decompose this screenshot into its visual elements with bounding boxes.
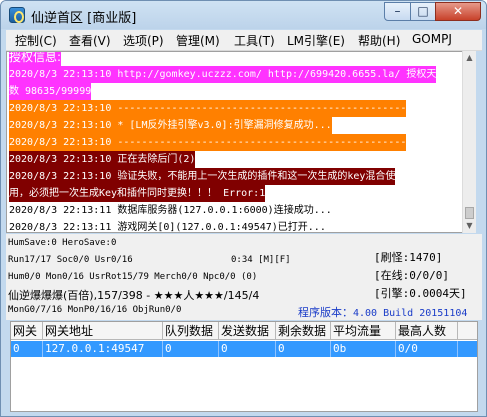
- menu-bar: 控制(C) 查看(V) 选项(P) 管理(M) 工具(T) LM引擎(E) 帮助…: [6, 30, 482, 51]
- column-header-filler: [458, 322, 477, 340]
- menu-control[interactable]: 控制(C): [15, 32, 57, 49]
- log-line: 授权信息:: [9, 51, 62, 66]
- log-line: 2020/8/3 22:13:10 * [LM反外挂引擎v3.0]:引擎漏洞修复…: [9, 117, 332, 134]
- log-scrollbar[interactable]: ▲ ▼: [462, 51, 476, 233]
- column-header[interactable]: 发送数据: [219, 322, 276, 340]
- column-header[interactable]: 最高人数: [396, 322, 458, 340]
- table-cell: 0b: [331, 341, 396, 357]
- table-cell: 0: [163, 341, 219, 357]
- engine-counter: [引擎:0.0004天]: [374, 287, 467, 300]
- save-status: HumSave:0 HeroSave:0: [8, 238, 117, 248]
- menu-lm-engine[interactable]: LM引擎(E): [287, 32, 345, 49]
- monster-gen-status: MonG0/7/16 MonP0/16/16 ObjRun0/0: [8, 305, 182, 315]
- main-window: 仙逆首区 [商业版] – □ ✕ 控制(C) 查看(V) 选项(P) 管理(M)…: [0, 0, 487, 417]
- program-version: 程序版本：4.00 Build 20151104: [298, 304, 467, 320]
- close-button[interactable]: ✕: [435, 2, 481, 21]
- table-cell: 0/0: [396, 341, 458, 357]
- monster-status: Hum0/0 Mon0/16 UsrRot15/79 Merch0/0 Npc0…: [8, 272, 258, 282]
- column-header[interactable]: 队列数据: [163, 322, 219, 340]
- column-header[interactable]: 网关: [11, 322, 43, 340]
- log-line: 2020/8/3 22:13:10 ----------------------…: [9, 100, 407, 117]
- column-header[interactable]: 平均流量: [331, 322, 396, 340]
- maximize-button[interactable]: □: [410, 2, 436, 21]
- menu-help[interactable]: 帮助(H): [358, 32, 400, 49]
- runtime: 0:34 [M][F]: [231, 255, 291, 265]
- log-line: 2020/8/3 22:13:11 数据库服务器(127.0.0.1:6000)…: [9, 202, 332, 219]
- run-status: Run17/17 Soc0/0 Usr0/16: [8, 255, 133, 265]
- log-line: 用，必须把一次生成Key和插件同时更换！！！ Error:1: [9, 185, 266, 202]
- window-title: 仙逆首区 [商业版]: [31, 11, 137, 26]
- column-header[interactable]: 网关地址: [43, 322, 163, 340]
- log-panel[interactable]: 授权信息: 2020/8/3 22:13:10 http://gomkey.uc…: [6, 51, 474, 233]
- table-row[interactable]: 0 127.0.0.1:49547 0 0 0 0b 0/0: [11, 341, 477, 357]
- menu-view[interactable]: 查看(V): [69, 32, 111, 49]
- scroll-up-icon[interactable]: ▲: [464, 52, 475, 63]
- log-line: 2020/8/3 22:13:10 验证失败，不能用上一次生成的插件和这一次生成…: [9, 168, 396, 185]
- log-line: 2020/8/3 22:13:11 游戏网关[0](127.0.0.1:4954…: [9, 219, 326, 232]
- table-cell: 0: [276, 341, 331, 357]
- table-cell: 127.0.0.1:49547: [43, 341, 163, 357]
- table-cell: 0: [219, 341, 276, 357]
- map-status: 仙逆爆爆爆(百倍),157/398 - ★★★人★★★/145/4: [8, 289, 260, 302]
- column-header[interactable]: 剩余数据: [276, 322, 331, 340]
- version-label: 程序版本：: [298, 306, 353, 319]
- app-icon: [9, 7, 25, 23]
- title-bar[interactable]: 仙逆首区 [商业版] – □ ✕: [1, 1, 486, 29]
- scroll-thumb[interactable]: [465, 207, 474, 219]
- version-value: 4.00 Build 20151104: [353, 308, 468, 319]
- menu-manage[interactable]: 管理(M): [176, 32, 220, 49]
- scroll-down-icon[interactable]: ▼: [464, 220, 475, 231]
- refresh-counter: [刷怪:1470]: [374, 251, 443, 264]
- log-line: 数 98635/99999: [9, 83, 92, 100]
- menu-options[interactable]: 选项(P): [123, 32, 164, 49]
- online-counter: [在线:0/0/0]: [374, 269, 449, 282]
- status-panel: HumSave:0 HeroSave:0 Run17/17 Soc0/0 Usr…: [6, 234, 482, 320]
- log-line: 2020/8/3 22:13:10 正在去除后门(2): [9, 151, 196, 168]
- menu-gompj[interactable]: GOMPJ: [412, 32, 452, 46]
- gateway-table[interactable]: 网关 网关地址 队列数据 发送数据 剩余数据 平均流量 最高人数 0 127.0…: [10, 321, 478, 412]
- menu-tools[interactable]: 工具(T): [234, 32, 275, 49]
- minimize-button[interactable]: –: [384, 2, 411, 21]
- table-cell: 0: [11, 341, 43, 357]
- log-line: 2020/8/3 22:13:10 ----------------------…: [9, 134, 407, 151]
- log-line: 2020/8/3 22:13:10 http://gomkey.uczzz.co…: [9, 66, 437, 83]
